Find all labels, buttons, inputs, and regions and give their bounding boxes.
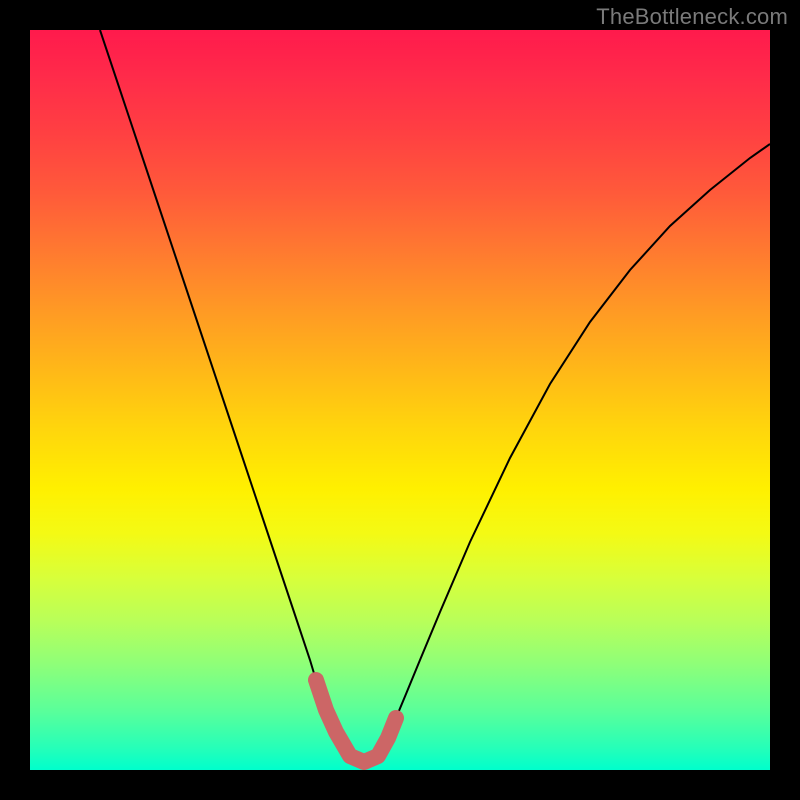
plot-area bbox=[30, 30, 770, 770]
black-curve bbox=[100, 30, 770, 762]
rounded-bottom-markers bbox=[316, 680, 396, 762]
chart-svg bbox=[30, 30, 770, 770]
chart-frame: TheBottleneck.com bbox=[0, 0, 800, 800]
watermark-text: TheBottleneck.com bbox=[596, 4, 788, 30]
